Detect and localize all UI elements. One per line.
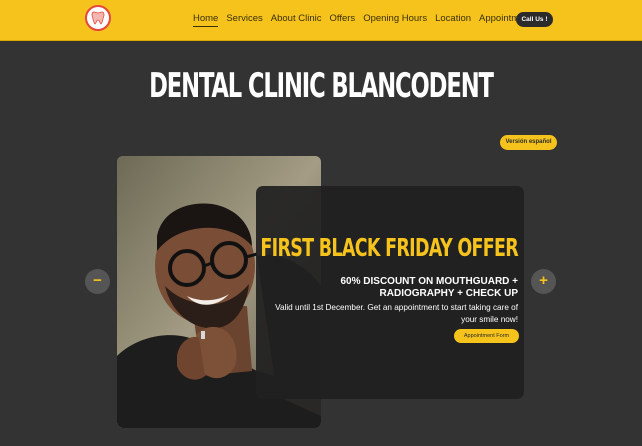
offer-subtitle-line: 60% DISCOUNT ON MOUTHGUARD + — [340, 276, 518, 287]
appointment-form-button[interactable]: Appointment Form — [454, 329, 519, 343]
tooth-logo-icon[interactable] — [85, 5, 111, 31]
nav-item-location[interactable]: Location — [435, 13, 471, 27]
offer-subtitle-line: RADIOGRAPHY + CHECK UP — [379, 288, 518, 299]
offer-description-line: your smile now! — [461, 315, 518, 324]
top-navbar: Home Services About Clinic Offers Openin… — [0, 0, 642, 41]
carousel-next-button[interactable]: + — [531, 269, 556, 294]
nav-item-services[interactable]: Services — [226, 13, 262, 27]
nav-item-about-clinic[interactable]: About Clinic — [271, 13, 322, 27]
language-toggle-button[interactable]: Versión español — [500, 135, 557, 150]
offer-description: Valid until 1st December. Get an appoint… — [256, 302, 518, 326]
call-us-button[interactable]: Call Us ! — [516, 12, 553, 27]
nav-item-home[interactable]: Home — [193, 13, 219, 27]
offer-description-line: Valid until 1st December. Get an appoint… — [275, 303, 518, 312]
main-nav: Home Services About Clinic Offers Openin… — [193, 13, 540, 27]
carousel-prev-button[interactable]: − — [85, 269, 110, 294]
offer-title: FIRST BLACK FRIDAY OFFER — [260, 233, 518, 262]
nav-item-offers[interactable]: Offers — [329, 13, 355, 27]
offer-subtitle: 60% DISCOUNT ON MOUTHGUARD + RADIOGRAPHY… — [278, 276, 518, 300]
offer-card: FIRST BLACK FRIDAY OFFER 60% DISCOUNT ON… — [256, 186, 524, 399]
page-title: DENTAL CLINIC BLANCODENT — [149, 66, 494, 106]
nav-item-opening-hours[interactable]: Opening Hours — [363, 13, 427, 27]
